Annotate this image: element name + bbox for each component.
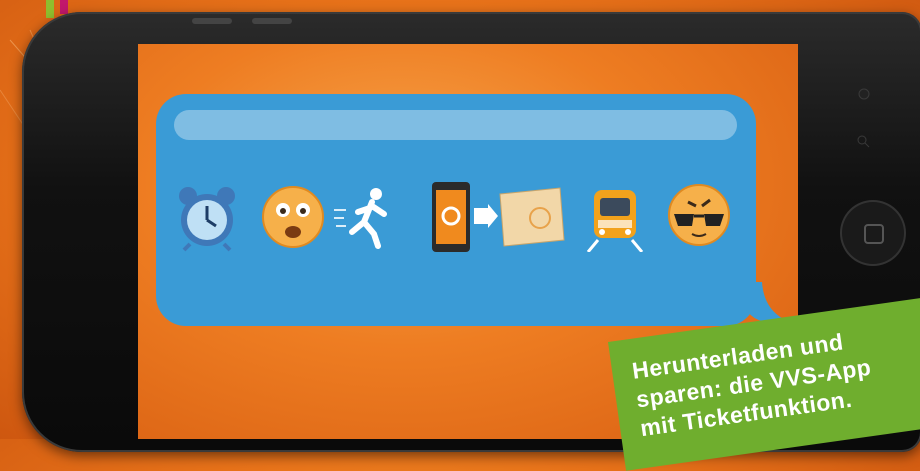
- alarm-clock-icon: [179, 187, 235, 252]
- promo-banner-text: Herunterladen und sparen: die VVS-App mi…: [630, 324, 877, 443]
- volume-button: [192, 18, 232, 24]
- tram-icon: [586, 190, 644, 252]
- message-input-bar[interactable]: [174, 110, 737, 140]
- shocked-face-icon: [262, 186, 324, 248]
- green-accent: [46, 0, 54, 18]
- running-person-icon: [334, 188, 387, 249]
- camera-icon: [858, 88, 870, 100]
- cool-face-icon: [668, 184, 730, 246]
- phone-to-ticket-icon: [432, 182, 565, 252]
- home-button-icon: [864, 224, 884, 244]
- volume-button: [252, 18, 292, 24]
- home-button[interactable]: [842, 202, 904, 264]
- pink-accent: [60, 0, 68, 14]
- sensor-icon: [857, 135, 870, 148]
